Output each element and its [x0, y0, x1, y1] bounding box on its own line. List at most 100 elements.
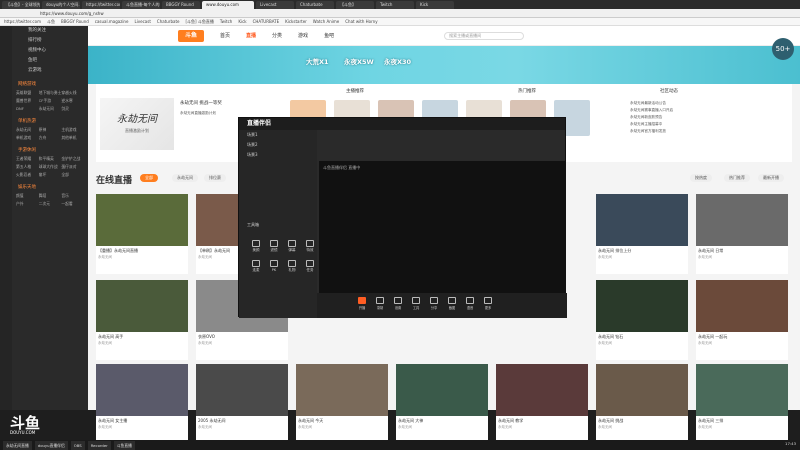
sidebar-game-link[interactable]: 穿越火线 — [61, 89, 84, 97]
sidebar-game-link[interactable]: 火影忍者 — [16, 171, 39, 179]
stream-thumbnail[interactable] — [96, 280, 188, 332]
sidebar-game-link[interactable]: 蛋仔派对 — [61, 163, 84, 171]
sidebar-game-link[interactable]: CF手游 — [39, 97, 62, 105]
stream-thumbnail[interactable] — [696, 280, 788, 332]
stream-title[interactable]: 永劫无间 大神 — [396, 416, 488, 424]
nav-item[interactable]: 首页 — [220, 32, 230, 39]
browser-tab[interactable]: douyu的个人空间... — [42, 0, 80, 9]
sidebar-game-link[interactable]: 主机游戏 — [61, 126, 84, 134]
stream-thumbnail[interactable] — [396, 364, 488, 416]
stream-title[interactable]: 永劫无间 教学 — [496, 416, 588, 424]
scene-item[interactable]: 场景1 — [239, 130, 317, 140]
sidebar-game-link[interactable]: 王者荣耀 — [16, 155, 39, 163]
stream-thumbnail[interactable] — [596, 280, 688, 332]
sidebar-game-link[interactable]: 单机游戏 — [16, 134, 39, 142]
live-companion-window[interactable]: 直播伴侣 场景1 场景2 场景3 工具箱 美颜 滤镜 弹幕 特效 连麦 PK 礼物 任务 斗鱼直播伴侣… — [238, 117, 567, 318]
bookmark-item[interactable]: Kick — [238, 19, 246, 24]
stream-thumbnail[interactable] — [696, 194, 788, 246]
sidebar-game-link[interactable]: 户外 — [16, 200, 39, 208]
feature-image[interactable]: 永劫无间 直播激励计划 — [100, 98, 174, 150]
stream-thumbnail[interactable] — [196, 364, 288, 416]
stream-title[interactable]: 永劫无间 高手 — [96, 332, 188, 340]
browser-tab[interactable]: Kick — [416, 0, 454, 9]
nav-item[interactable]: 鱼吧 — [324, 32, 334, 39]
sidebar-game-link[interactable]: 永劫无间 — [39, 105, 62, 113]
browser-tab[interactable]: 【斗鱼】- 全球领先的... — [2, 0, 40, 9]
toolbox-tool[interactable]: PK — [265, 260, 283, 272]
toolbox-tool[interactable]: 任务 — [301, 260, 319, 273]
sidebar-game-link[interactable]: 魔兽世界 — [16, 97, 39, 105]
browser-tab[interactable]: Chaturbate — [296, 0, 334, 9]
search-input[interactable]: 搜索主播或直播间 — [444, 31, 525, 40]
bookmark-item[interactable]: Livecast — [134, 19, 150, 24]
taskbar-item[interactable]: 斗鱼直播 — [113, 440, 135, 450]
sidebar-game-link[interactable]: 二次元 — [39, 200, 62, 208]
stream-title[interactable]: 衣原OVO — [196, 332, 288, 340]
address-bar[interactable]: https://www.douyu.com/g_nshw — [0, 9, 800, 18]
stream-thumbnail[interactable] — [96, 194, 188, 246]
promo-banner[interactable]: 大荒X1 永夜X5W 永夜X30 — [88, 46, 800, 84]
toolbox-tool[interactable]: 美颜 — [247, 240, 265, 253]
sidebar-game-link[interactable]: 其他单机 — [61, 134, 84, 142]
sidebar-item[interactable]: 视频中心 — [12, 46, 88, 56]
stream-title[interactable]: 永劫无间 钻石 — [596, 332, 688, 340]
stream-title[interactable]: 2005 永劫无间 — [196, 416, 288, 424]
toolbox-tool[interactable]: 连麦 — [247, 260, 265, 273]
stream-title[interactable]: 永劫无间 女主播 — [96, 416, 188, 424]
sidebar-game-link[interactable]: 永劫无间 — [16, 126, 39, 134]
address-text[interactable]: https://www.douyu.com/g_nshw — [40, 11, 104, 16]
stream-thumbnail[interactable] — [96, 364, 188, 416]
sidebar-item[interactable]: 排行榜 — [12, 36, 88, 46]
stream-card[interactable]: 永劫无间 女主播 永劫无间 — [96, 364, 188, 444]
stream-title[interactable]: 【重播】永劫无间直播 — [96, 246, 188, 254]
nav-item[interactable]: 分类 — [272, 32, 282, 39]
bottom-tool[interactable]: 设置 — [391, 297, 405, 310]
sidebar-game-link[interactable]: 崩坏 — [39, 171, 62, 179]
stream-card[interactable]: 永劫无间 教学 永劫无间 — [496, 364, 588, 444]
bottom-tool[interactable]: 录制 — [373, 297, 387, 310]
sidebar-game-link[interactable]: 剑灵 — [61, 105, 84, 113]
sidebar-game-link[interactable]: 舞蹈 — [39, 192, 62, 200]
taskbar-item[interactable]: douyu直播伴侣 — [34, 440, 68, 450]
stream-thumbnail[interactable] — [696, 364, 788, 416]
bottom-tool[interactable]: 分享 — [427, 297, 441, 310]
stream-card[interactable]: 2005 永劫无间 永劫无间 — [196, 364, 288, 444]
nav-item[interactable]: 直播 — [246, 32, 256, 39]
stream-card[interactable]: 【重播】永劫无间直播 永劫无间 — [96, 194, 188, 274]
site-brand[interactable]: 斗鱼 — [178, 29, 204, 42]
browser-tab[interactable]: https://twitter.com — [82, 0, 120, 9]
browser-tab[interactable]: BBGGY Round — [162, 0, 200, 9]
stream-thumbnail[interactable] — [596, 194, 688, 246]
stream-title[interactable]: 永劫无间 排位上分 — [596, 246, 688, 254]
live-sort-pill[interactable]: 最新开播 — [758, 174, 784, 182]
bookmark-item[interactable]: https://twitter.com — [4, 19, 41, 24]
sidebar-game-link[interactable]: 金铲铲之战 — [61, 155, 84, 163]
sidebar-item[interactable]: 鱼吧 — [12, 56, 88, 66]
bookmark-item[interactable]: CHATURBATE — [253, 19, 280, 24]
stream-card[interactable]: 永劫无间 排位上分 永劫无间 — [596, 194, 688, 274]
scene-item[interactable]: 场景2 — [239, 140, 317, 150]
sidebar-game-link[interactable]: 和平精英 — [39, 155, 62, 163]
stream-card[interactable]: 永劫无间 三排 永劫无间 — [696, 364, 788, 444]
sidebar-game-link[interactable]: 音乐 — [61, 192, 84, 200]
stream-card[interactable]: 永劫无间 日常 永劫无间 — [696, 194, 788, 274]
notice-item[interactable]: 永劫无间赛事直播入口开启 — [630, 107, 673, 114]
bottom-tool[interactable]: 语音 — [463, 297, 477, 310]
sidebar-game-link[interactable]: 地下城与勇士 — [39, 89, 62, 97]
stream-card[interactable]: 永劫无间 挑战 永劫无间 — [596, 364, 688, 444]
sidebar-game-link[interactable]: 原神 — [39, 126, 62, 134]
stream-card[interactable]: 永劫无间 钻石 永劫无间 — [596, 280, 688, 360]
toolbox-tool[interactable]: 弹幕 — [283, 240, 301, 253]
bottom-tool[interactable]: 工具 — [409, 297, 423, 310]
toolbox-tool[interactable]: 滤镜 — [265, 240, 283, 253]
browser-tab[interactable]: 【斗鱼】 — [336, 0, 374, 9]
live-filter-pill[interactable]: 永劫无间 — [172, 174, 198, 182]
stream-card[interactable]: 永劫无间 一起玩 永劫无间 — [696, 280, 788, 360]
stream-title[interactable]: 永劫无间 挑战 — [596, 416, 688, 424]
bookmark-item[interactable]: casual.magazine — [95, 19, 129, 24]
bottom-tool[interactable]: 开播 — [355, 297, 369, 310]
browser-tab[interactable]: 斗鱼直播-每个人的... — [122, 0, 160, 9]
sidebar-game-link[interactable]: 第五人格 — [16, 163, 39, 171]
stream-card[interactable]: 永劫无间 大神 永劫无间 — [396, 364, 488, 444]
sidebar-item[interactable]: 云游戏 — [12, 66, 88, 76]
